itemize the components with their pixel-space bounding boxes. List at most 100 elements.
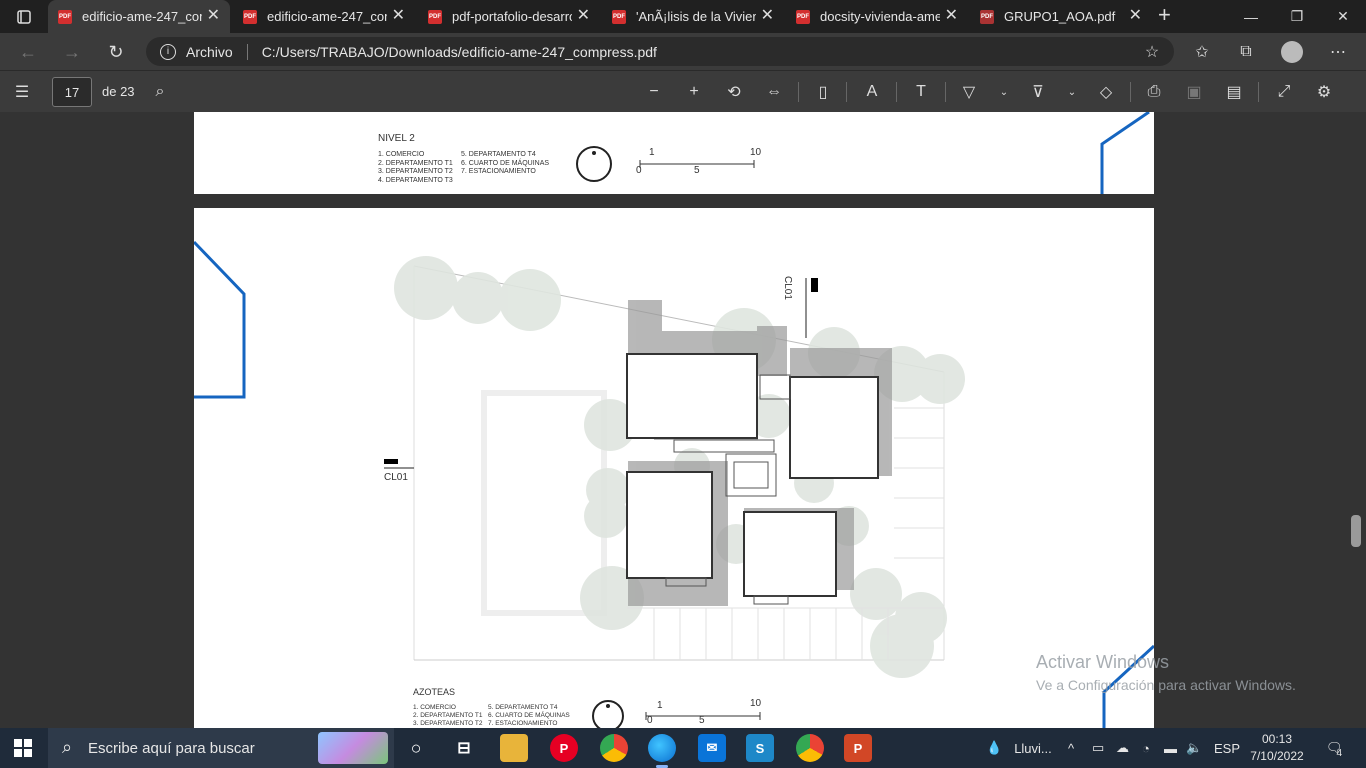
close-icon[interactable]: ✕ bbox=[761, 8, 774, 24]
show-hidden-icons[interactable]: ^ bbox=[1068, 728, 1074, 768]
search-icon: ⌕ bbox=[62, 737, 73, 757]
close-icon[interactable]: ✕ bbox=[207, 8, 220, 24]
north-arrow-icon bbox=[576, 146, 612, 182]
pdf-viewer[interactable]: NIVEL 2 1. COMERCIO 2. DEPARTAMENTO T1 3… bbox=[0, 112, 1366, 728]
zoom-in-icon[interactable]: + bbox=[682, 80, 706, 104]
tab-actions-icon bbox=[17, 9, 31, 24]
divider bbox=[1258, 82, 1259, 102]
collections-icon[interactable]: ⧉ bbox=[1234, 40, 1258, 64]
tab-4[interactable]: PDF 'AnÃ¡lisis de la Viviend ✕ bbox=[602, 0, 784, 33]
chrome-profile-icon[interactable] bbox=[796, 734, 824, 762]
save-icon[interactable]: ▣ bbox=[1182, 80, 1206, 104]
scale-label: 0 bbox=[636, 165, 642, 176]
tab-label: docsity-vivienda-ame bbox=[820, 9, 940, 24]
weather-widget[interactable]: 💧 Lluvi... bbox=[986, 728, 1052, 768]
start-button[interactable] bbox=[14, 739, 32, 757]
refresh-button[interactable]: ↻ bbox=[104, 40, 128, 64]
print-icon[interactable]: ⎙ bbox=[1142, 80, 1166, 104]
tab-6[interactable]: PDF GRUPO1_AOA.pdf ✕ bbox=[970, 0, 1152, 33]
add-text-icon[interactable]: T bbox=[909, 80, 933, 104]
legend-item: 7. ESTACIONAMIENTO bbox=[488, 720, 558, 727]
legend-item: 5. DEPARTAMENTO T4 bbox=[488, 704, 558, 711]
volume-icon[interactable]: 🔈 bbox=[1186, 728, 1202, 768]
notifications-button[interactable]: 🗨 4 bbox=[1326, 728, 1343, 768]
scale-label: 10 bbox=[750, 147, 762, 158]
pdf-icon: PDF bbox=[58, 9, 72, 24]
rotate-icon[interactable]: ⟲ bbox=[722, 80, 746, 104]
add-favorite-icon[interactable]: ☆ bbox=[1140, 40, 1164, 64]
close-window-button[interactable]: ✕ bbox=[1320, 0, 1366, 33]
scale-label: 5 bbox=[699, 715, 705, 726]
scale-label: 1 bbox=[649, 147, 655, 158]
pdf-icon: PDF bbox=[612, 9, 626, 24]
legend-item: 3. DEPARTAMENTO T2 bbox=[378, 168, 453, 175]
search-icon[interactable]: ⌕ bbox=[148, 80, 172, 104]
tab-3[interactable]: PDF pdf-portafolio-desarro ✕ bbox=[418, 0, 600, 33]
info-icon[interactable]: i bbox=[160, 43, 176, 60]
page-total: de 23 bbox=[102, 84, 135, 99]
cortana-icon[interactable]: ○ bbox=[402, 734, 430, 762]
sketchup-icon[interactable]: S bbox=[746, 734, 774, 762]
taskbar: ⌕ Escribe aquí para buscar ○ ⊟ P ✉ S P 💧… bbox=[0, 728, 1366, 768]
tab-2[interactable]: PDF edificio-ame-247_com ✕ bbox=[233, 0, 415, 33]
cloud-alert-icon[interactable]: ☁ bbox=[1116, 728, 1129, 768]
highlight-icon[interactable]: ⊽ bbox=[1026, 80, 1050, 104]
tab-5[interactable]: PDF docsity-vivienda-ame ✕ bbox=[786, 0, 968, 33]
scrollbar[interactable] bbox=[1348, 112, 1366, 728]
wifi-icon[interactable]: ◔ bbox=[1142, 728, 1150, 768]
mail-icon[interactable]: ✉ bbox=[698, 734, 726, 762]
scale-label: 5 bbox=[694, 165, 700, 176]
close-icon[interactable]: ✕ bbox=[945, 8, 958, 24]
edge-icon[interactable] bbox=[648, 734, 676, 762]
close-icon[interactable]: ✕ bbox=[1129, 8, 1142, 24]
restore-button[interactable]: ❐ bbox=[1274, 0, 1320, 33]
settings-gear-icon[interactable]: ⚙ bbox=[1312, 80, 1336, 104]
profile-button[interactable] bbox=[1280, 40, 1304, 64]
fit-width-icon[interactable]: ⇔ bbox=[762, 80, 786, 104]
battery-icon[interactable]: ▬ bbox=[1164, 728, 1177, 768]
close-icon[interactable]: ✕ bbox=[392, 8, 405, 24]
zoom-out-icon[interactable]: − bbox=[642, 80, 666, 104]
page-view-icon[interactable]: ▯ bbox=[811, 80, 835, 104]
file-explorer-icon[interactable] bbox=[500, 734, 528, 762]
forward-button[interactable]: → bbox=[60, 40, 84, 64]
chevron-down-icon[interactable]: ⌄ bbox=[1060, 80, 1084, 104]
weather-label: Lluvi... bbox=[1014, 740, 1052, 756]
contents-list-icon[interactable]: ☰ bbox=[10, 80, 34, 104]
pdf-icon: PDF bbox=[243, 9, 257, 24]
favorites-icon[interactable]: ✩ bbox=[1190, 40, 1214, 64]
url-field[interactable]: i Archivo C:/Users/TRABAJO/Downloads/edi… bbox=[146, 37, 1174, 66]
legend-item: 4. DEPARTAMENTO T3 bbox=[378, 176, 453, 184]
pdf-toolbar: ☰ 17 de 23 ⌕ − + ⟲ ⇔ ▯ A T ▽ ⌄ ⊽ ⌄ ◇ ⎙ ▣… bbox=[0, 70, 1366, 112]
clock-time: 00:13 bbox=[1261, 732, 1293, 746]
legend-column-1: 1. COMERCIO 2. DEPARTAMENTO T1 3. DEPART… bbox=[378, 151, 453, 185]
activation-watermark-subtitle: Ve a Configuración para activar Windows. bbox=[1036, 677, 1296, 693]
meet-now-icon[interactable]: ▭ bbox=[1092, 728, 1104, 768]
fullscreen-icon[interactable]: ⤢ bbox=[1272, 80, 1296, 104]
tab-label: pdf-portafolio-desarro bbox=[452, 9, 572, 24]
task-view-icon[interactable]: ⊟ bbox=[450, 734, 478, 762]
draw-icon[interactable]: ▽ bbox=[957, 80, 981, 104]
chrome-icon[interactable] bbox=[600, 734, 628, 762]
more-menu-icon[interactable]: ⋯ bbox=[1326, 40, 1350, 64]
legend-item: 6. CUARTO DE MÁQUINAS bbox=[461, 159, 550, 167]
close-icon[interactable]: ✕ bbox=[577, 8, 590, 24]
read-aloud-icon[interactable]: A bbox=[860, 80, 884, 104]
pinterest-icon[interactable]: P bbox=[550, 734, 578, 762]
tab-1[interactable]: PDF edificio-ame-247_com ✕ bbox=[48, 0, 230, 33]
pdf-page-current: CL01 CL01 AZOTEAS 1. COMERCIO 2. DEPARTA… bbox=[194, 208, 1154, 728]
system-clock[interactable]: 00:13 7/10/2022 bbox=[1236, 731, 1318, 765]
chevron-down-icon[interactable]: ⌄ bbox=[992, 80, 1016, 104]
url-divider bbox=[246, 43, 248, 60]
save-as-icon[interactable]: ▤ bbox=[1222, 80, 1246, 104]
back-button[interactable]: ← bbox=[16, 40, 40, 64]
url-text: C:/Users/TRABAJO/Downloads/edificio-ame-… bbox=[261, 43, 657, 60]
new-tab-button[interactable]: + bbox=[1158, 2, 1171, 28]
eraser-icon[interactable]: ◇ bbox=[1094, 80, 1118, 104]
tab-actions-button[interactable] bbox=[0, 0, 48, 33]
minimize-button[interactable]: — bbox=[1228, 0, 1274, 33]
scrollbar-thumb[interactable] bbox=[1351, 515, 1361, 547]
powerpoint-icon[interactable]: P bbox=[844, 734, 872, 762]
taskbar-search-input[interactable]: ⌕ Escribe aquí para buscar bbox=[48, 728, 394, 768]
page-number-input[interactable]: 17 bbox=[52, 77, 92, 107]
